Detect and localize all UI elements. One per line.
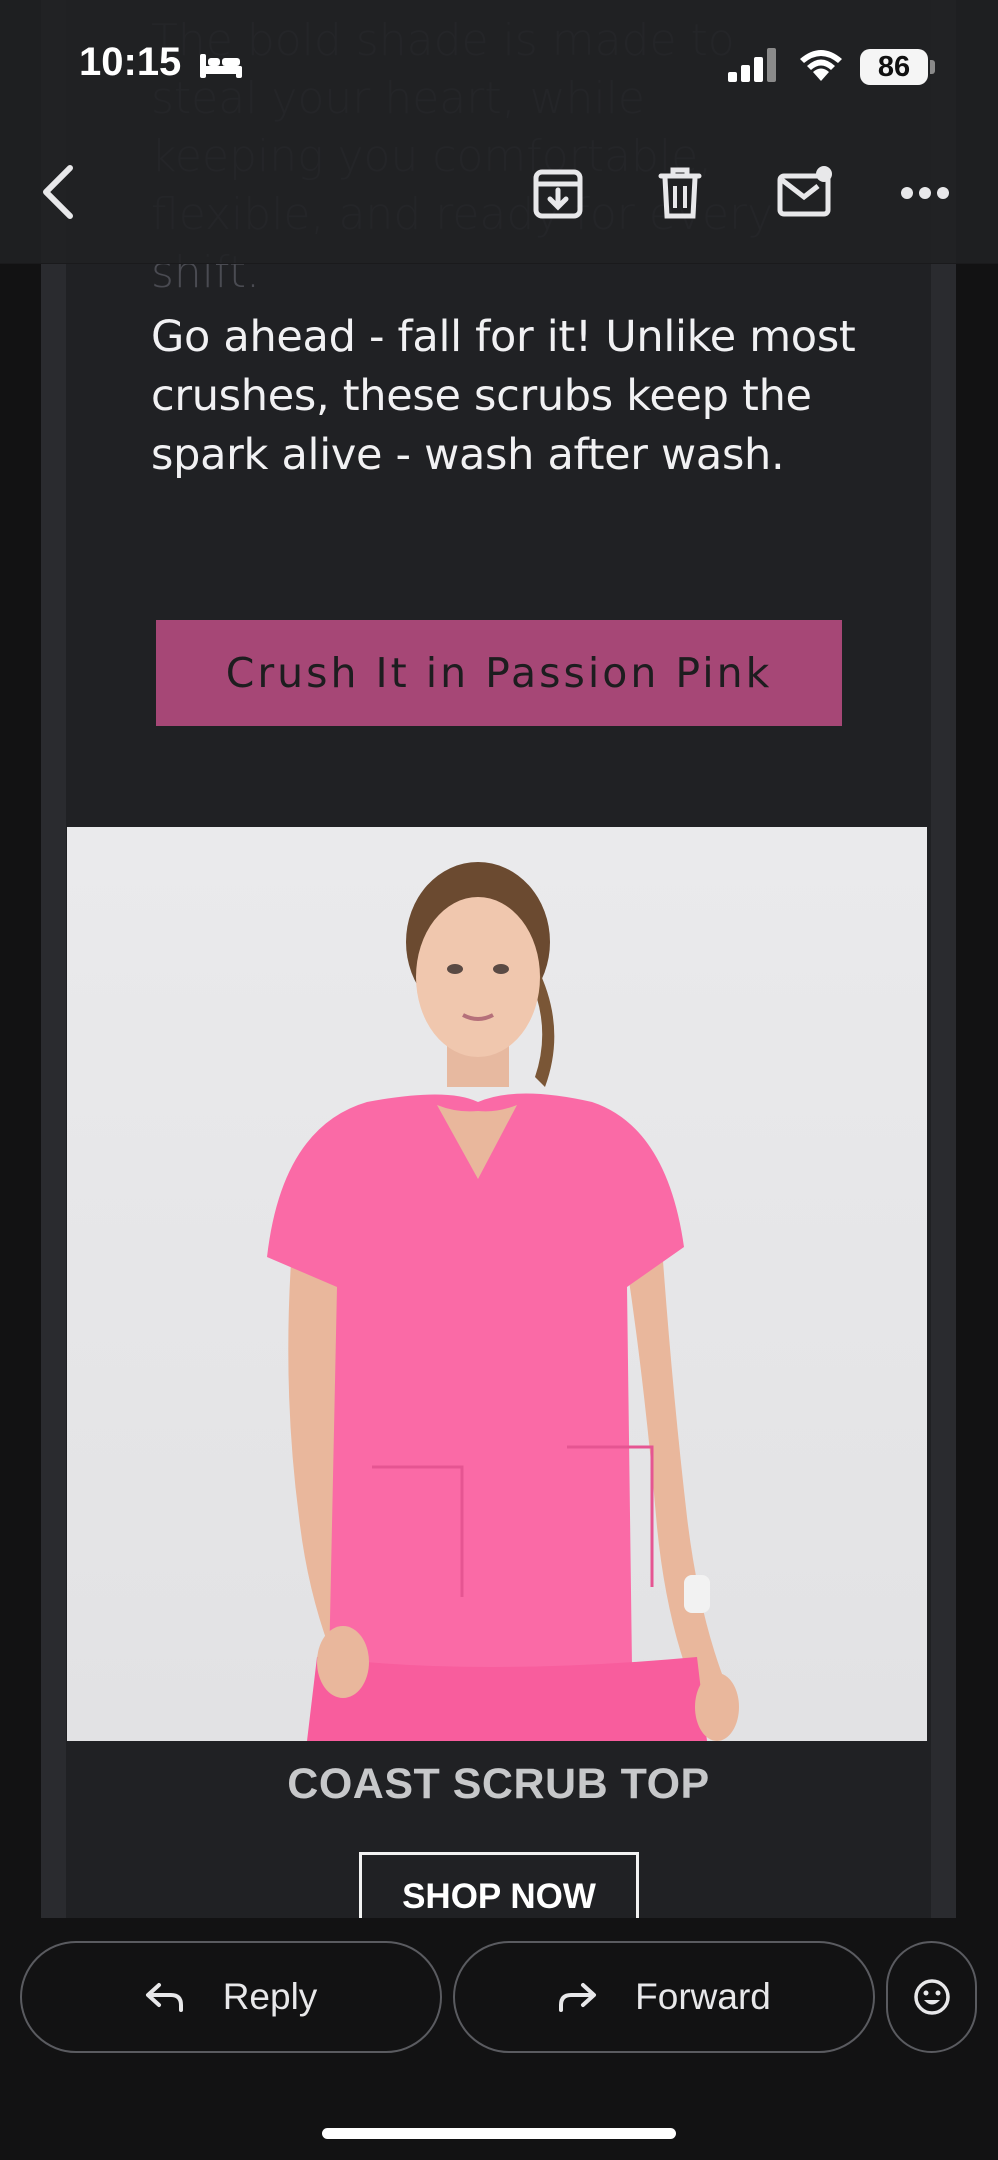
sleep-bed-icon: [200, 54, 242, 78]
forward-label: Forward: [635, 1976, 771, 2017]
more-options-icon[interactable]: [900, 186, 950, 200]
battery-indicator: 86: [860, 49, 928, 85]
reply-arrow-icon: [145, 1983, 183, 2012]
product-title: COAST SCRUB TOP: [287, 1760, 710, 1808]
battery-tip: [930, 60, 935, 74]
product-image[interactable]: [67, 827, 927, 1741]
delete-trash-icon[interactable]: [657, 166, 703, 220]
back-icon[interactable]: [38, 162, 78, 222]
crush-it-button[interactable]: Crush It in Passion Pink: [156, 620, 842, 726]
model-in-pink-scrubs-illustration: [267, 862, 739, 1741]
email-paragraph: Go ahead - fall for it! Unlike most crus…: [151, 312, 856, 480]
reply-button[interactable]: Reply: [20, 1941, 442, 2053]
status-time: 10:15: [79, 40, 182, 84]
home-indicator[interactable]: [322, 2128, 676, 2139]
forward-button[interactable]: Forward: [453, 1941, 875, 2053]
archive-icon[interactable]: [532, 168, 584, 220]
cellular-signal-icon: [728, 48, 776, 82]
smiley-face-icon: [913, 1979, 950, 2015]
emoji-reaction-button[interactable]: [886, 1941, 977, 2053]
wifi-icon: [800, 50, 842, 81]
reply-label: Reply: [222, 1976, 318, 2017]
forward-arrow-icon: [559, 1983, 597, 2012]
mark-unread-icon[interactable]: [776, 164, 836, 218]
top-toolbar: 10:15 86: [0, 0, 998, 264]
